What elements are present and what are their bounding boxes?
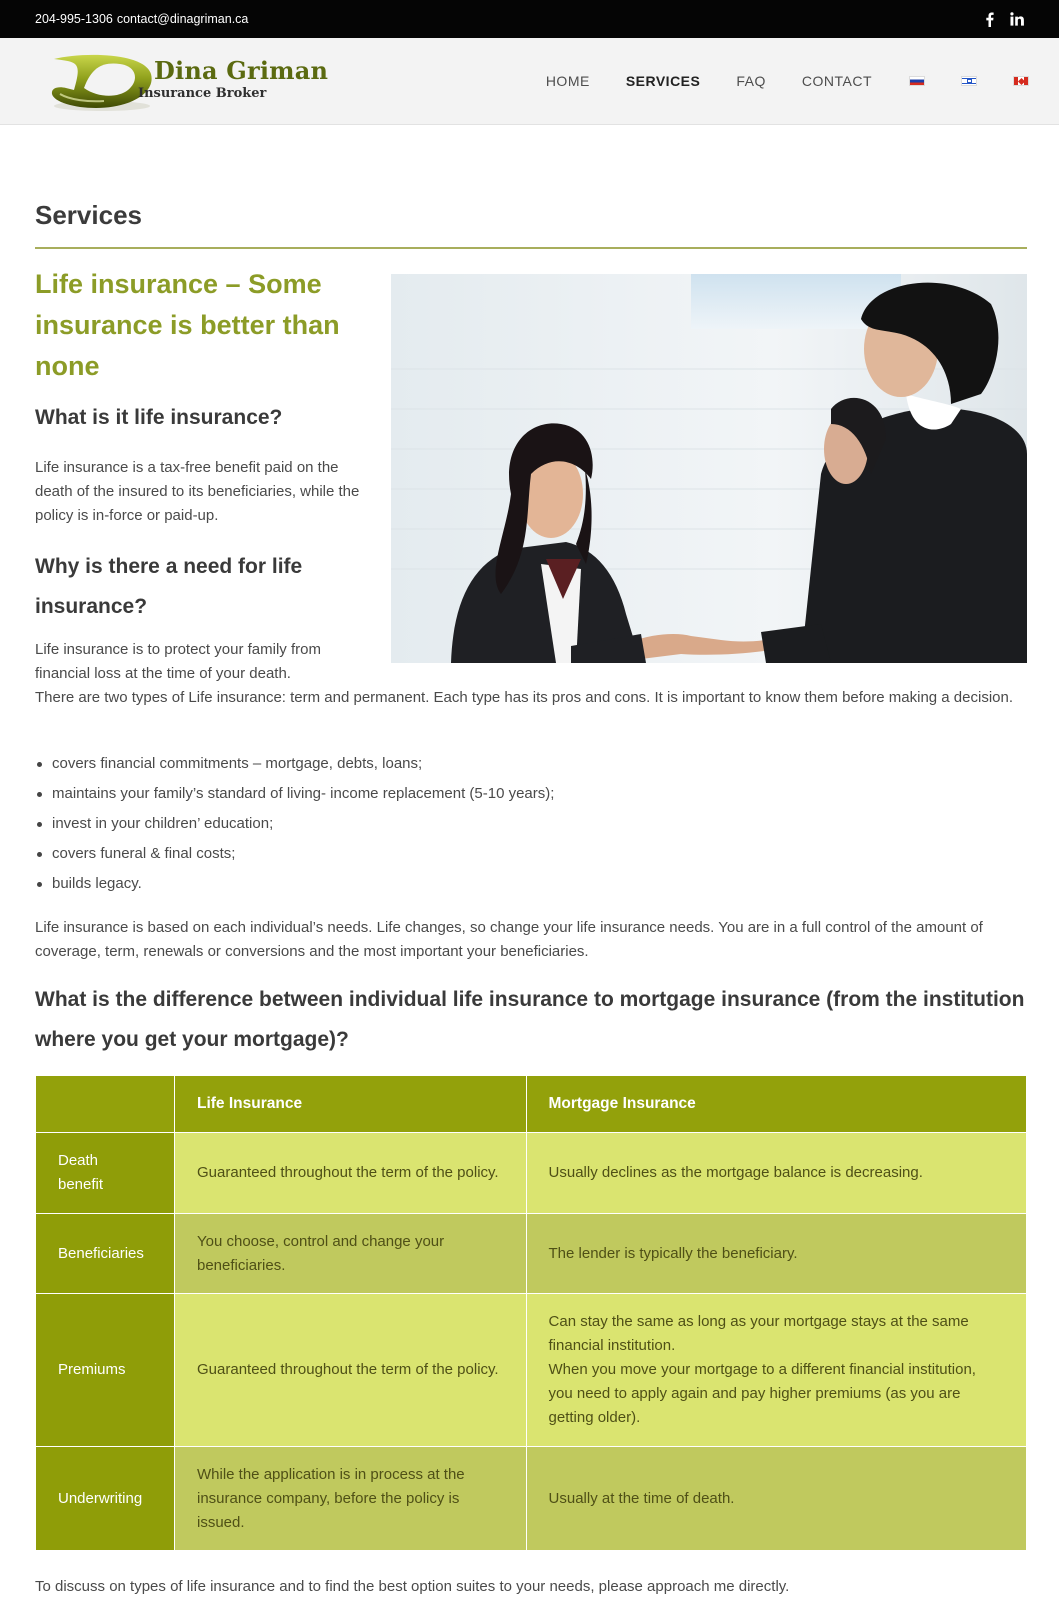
israeli-flag-icon[interactable] xyxy=(961,76,977,86)
nav-faq[interactable]: FAQ xyxy=(736,73,766,89)
contact-info: 204-995-1306 contact@dinagriman.ca xyxy=(35,12,248,26)
mortgage-cell: The lender is typically the beneficiary. xyxy=(525,1213,1028,1294)
life-cell: While the application is in process at t… xyxy=(174,1446,527,1551)
comparison-table: Life Insurance Mortgage Insurance Death … xyxy=(35,1075,1028,1551)
closing-paragraph: To discuss on types of life insurance an… xyxy=(35,1578,790,1595)
table-row: Underwriting While the application is in… xyxy=(35,1446,1028,1551)
list-item: builds legacy. xyxy=(35,872,554,902)
canadian-flag-icon[interactable] xyxy=(1013,76,1029,86)
russian-flag-icon[interactable] xyxy=(909,76,925,86)
title-divider xyxy=(35,247,1027,249)
table-row: Premiums Guaranteed throughout the term … xyxy=(35,1293,1028,1447)
life-cell: You choose, control and change your bene… xyxy=(174,1213,527,1294)
row-label: Underwriting xyxy=(35,1446,175,1551)
linkedin-icon[interactable] xyxy=(1009,11,1025,27)
handshake-photo xyxy=(391,274,1027,663)
table-row: Death benefit Guaranteed throughout the … xyxy=(35,1132,1028,1214)
answer-what-is-life-insurance: Life insurance is a tax-free benefit pai… xyxy=(35,459,360,524)
email-link[interactable]: contact@dinagriman.ca xyxy=(117,12,249,26)
top-bar: 204-995-1306 contact@dinagriman.ca xyxy=(0,0,1059,38)
mortgage-cell-line-1: Can stay the same as long as your mortga… xyxy=(548,1313,969,1354)
answer-need-line-1: Life insurance is to protect your family… xyxy=(35,641,321,682)
list-item: maintains your family’s standard of livi… xyxy=(35,782,554,812)
list-item: invest in your children’ education; xyxy=(35,812,554,842)
nav-home[interactable]: HOME xyxy=(546,73,590,89)
site-logo[interactable]: Dina Griman Insurance Broker xyxy=(48,50,328,112)
list-item: covers funeral & final costs; xyxy=(35,842,554,872)
page-title: Services xyxy=(35,200,142,230)
life-cell: Guaranteed throughout the term of the po… xyxy=(174,1132,527,1214)
question-what-is-life-insurance: What is it life insurance? xyxy=(35,406,283,429)
mortgage-cell: Usually at the time of death. xyxy=(525,1446,1028,1551)
table-header-row: Life Insurance Mortgage Insurance xyxy=(35,1075,1028,1133)
table-header-life-insurance: Life Insurance xyxy=(174,1075,527,1133)
main-nav: HOME SERVICES FAQ CONTACT xyxy=(510,73,1029,89)
table-header-empty xyxy=(35,1075,175,1133)
life-cell: Guaranteed throughout the term of the po… xyxy=(174,1293,527,1447)
social-links xyxy=(981,11,1025,27)
mortgage-cell: Can stay the same as long as your mortga… xyxy=(525,1293,1028,1447)
phone-number[interactable]: 204-995-1306 xyxy=(35,12,113,26)
brand-name: Dina Griman xyxy=(154,56,329,85)
nav-contact[interactable]: CONTACT xyxy=(802,73,872,89)
mortgage-cell-line-2: When you move your mortgage to a differe… xyxy=(548,1361,976,1426)
needs-paragraph: Life insurance is based on each individu… xyxy=(35,919,983,960)
life-insurance-headline: Life insurance – Some insurance is bette… xyxy=(35,269,340,381)
table-row: Beneficiaries You choose, control and ch… xyxy=(35,1213,1028,1294)
nav-services[interactable]: SERVICES xyxy=(626,73,701,89)
facebook-icon[interactable] xyxy=(981,11,997,27)
row-label: Beneficiaries xyxy=(35,1213,175,1294)
mortgage-cell: Usually declines as the mortgage balance… xyxy=(525,1132,1028,1214)
site-header: Dina Griman Insurance Broker HOME SERVIC… xyxy=(0,38,1059,125)
list-item: covers financial commitments – mortgage,… xyxy=(35,752,554,782)
answer-need-line-2: There are two types of Life insurance: t… xyxy=(35,689,1014,706)
question-need-for-life-insurance: Why is there a need for life insurance? xyxy=(35,555,303,618)
row-label: Death benefit xyxy=(35,1132,175,1214)
benefits-list: covers financial commitments – mortgage,… xyxy=(35,752,554,902)
answer-need-for-life-insurance: Life insurance is to protect your family… xyxy=(35,638,1035,710)
brand-tagline: Insurance Broker xyxy=(138,86,267,101)
table-header-mortgage-insurance: Mortgage Insurance xyxy=(525,1075,1028,1133)
question-difference: What is the difference between individua… xyxy=(35,988,1025,1051)
row-label: Premiums xyxy=(35,1293,175,1447)
